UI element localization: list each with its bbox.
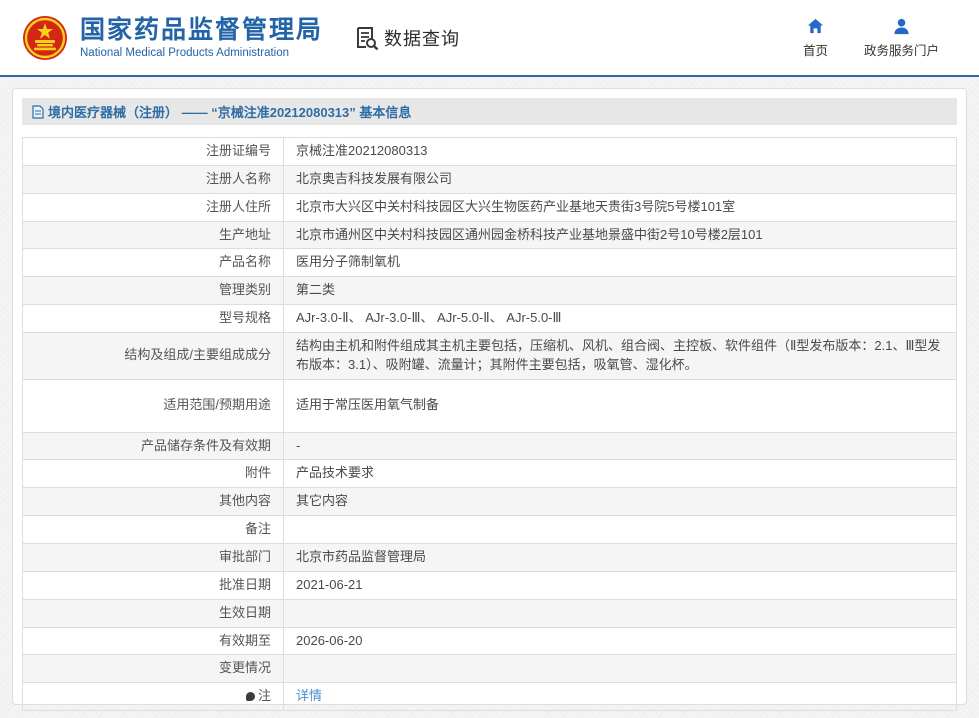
table-row: 结构及组成/主要组成成分结构由主机和附件组成其主机主要包括，压缩机、风机、组合阀… <box>23 332 957 379</box>
row-label-text: 管理类别 <box>219 282 271 297</box>
top-nav: 首页 政务服务门户 <box>803 17 939 59</box>
row-label-text: 备注 <box>245 521 271 536</box>
table-row: 管理类别第二类 <box>23 277 957 305</box>
row-label-text: 产品储存条件及有效期 <box>141 438 271 453</box>
row-label: 批准日期 <box>23 571 284 599</box>
row-label: 有效期至 <box>23 627 284 655</box>
table-row: 其他内容其它内容 <box>23 488 957 516</box>
brand-block: 国家药品监督管理局 National Medical Products Admi… <box>80 16 323 59</box>
table-row: 注 详情 <box>23 683 957 711</box>
row-label-text: 批准日期 <box>219 577 271 592</box>
table-row: 生效日期 <box>23 599 957 627</box>
row-label-text: 其他内容 <box>219 493 271 508</box>
row-value: 医用分子筛制氧机 <box>284 249 957 277</box>
row-value <box>284 655 957 683</box>
data-query-icon <box>355 26 379 50</box>
row-value: 北京市通州区中关村科技园区通州园金桥科技产业基地景盛中街2号10号楼2层101 <box>284 221 957 249</box>
content-card: 境内医疗器械（注册） —— “京械注准20212080313” 基本信息 注册证… <box>12 88 967 705</box>
row-label: 管理类别 <box>23 277 284 305</box>
row-label: 注册人名称 <box>23 165 284 193</box>
home-icon <box>806 17 825 36</box>
registration-info-table: 注册证编号京械注准20212080313注册人名称北京奥吉科技发展有限公司注册人… <box>22 137 957 711</box>
row-value: 产品技术要求 <box>284 460 957 488</box>
row-label: 变更情况 <box>23 655 284 683</box>
note-icon <box>246 692 255 701</box>
row-label: 适用范围/预期用途 <box>23 379 284 432</box>
row-label: 结构及组成/主要组成成分 <box>23 332 284 379</box>
row-label: 型号规格 <box>23 305 284 333</box>
detail-link[interactable]: 详情 <box>296 688 322 703</box>
table-row: 型号规格 AJr-3.0-Ⅱ、 AJr-3.0-Ⅲ、 AJr-5.0-Ⅱ、 AJr… <box>23 305 957 333</box>
row-value: 详情 <box>284 683 957 711</box>
row-label: 产品名称 <box>23 249 284 277</box>
data-query-nav[interactable]: 数据查询 <box>355 25 460 51</box>
table-row: 生产地址北京市通州区中关村科技园区通州园金桥科技产业基地景盛中街2号10号楼2层… <box>23 221 957 249</box>
row-label: 注 <box>23 683 284 711</box>
row-value: 2026-06-20 <box>284 627 957 655</box>
row-value: 适用于常压医用氧气制备 <box>284 379 957 432</box>
row-label-text: 注册证编号 <box>206 143 271 158</box>
nav-item-portal[interactable]: 政务服务门户 <box>864 17 939 59</box>
row-label-text: 型号规格 <box>219 310 271 325</box>
row-value: - <box>284 432 957 460</box>
table-row: 有效期至 2026-06-20 <box>23 627 957 655</box>
row-value <box>284 599 957 627</box>
row-value: 其它内容 <box>284 488 957 516</box>
row-label: 附件 <box>23 460 284 488</box>
row-value: 结构由主机和附件组成其主机主要包括，压缩机、风机、组合阀、主控板、软件组件（Ⅱ型… <box>284 332 957 379</box>
site-header: 国家药品监督管理局 National Medical Products Admi… <box>0 0 979 77</box>
row-label-text: 变更情况 <box>219 660 271 675</box>
table-row: 产品名称医用分子筛制氧机 <box>23 249 957 277</box>
data-query-label: 数据查询 <box>384 25 460 51</box>
agency-name-cn: 国家药品监督管理局 <box>80 16 323 45</box>
row-label-text: 审批部门 <box>219 549 271 564</box>
table-row: 适用范围/预期用途适用于常压医用氧气制备 <box>23 379 957 432</box>
agency-name-en: National Medical Products Administration <box>80 47 323 59</box>
table-row: 变更情况 <box>23 655 957 683</box>
row-value: 第二类 <box>284 277 957 305</box>
page-title: 境内医疗器械（注册） —— “京械注准20212080313” 基本信息 <box>48 102 411 121</box>
row-label: 产品储存条件及有效期 <box>23 432 284 460</box>
table-row: 备注 <box>23 516 957 544</box>
row-label: 审批部门 <box>23 543 284 571</box>
row-label-text: 有效期至 <box>219 633 271 648</box>
row-label-text: 生产地址 <box>219 227 271 242</box>
table-row: 注册人住所北京市大兴区中关村科技园区大兴生物医药产业基地天贵街3号院5号楼101… <box>23 193 957 221</box>
row-value: 北京市药品监督管理局 <box>284 543 957 571</box>
row-value: 北京奥吉科技发展有限公司 <box>284 165 957 193</box>
row-label: 注册人住所 <box>23 193 284 221</box>
row-label-text: 生效日期 <box>219 605 271 620</box>
row-value: 北京市大兴区中关村科技园区大兴生物医药产业基地天贵街3号院5号楼101室 <box>284 193 957 221</box>
row-value: AJr-3.0-Ⅱ、 AJr-3.0-Ⅲ、 AJr-5.0-Ⅱ、 AJr-5.0… <box>284 305 957 333</box>
national-emblem-logo <box>22 14 68 62</box>
nav-item-label: 首页 <box>803 40 828 59</box>
row-label: 生产地址 <box>23 221 284 249</box>
row-label-text: 产品名称 <box>219 254 271 269</box>
user-icon <box>892 17 911 36</box>
row-label: 生效日期 <box>23 599 284 627</box>
table-row: 审批部门北京市药品监督管理局 <box>23 543 957 571</box>
row-label-text: 结构及组成/主要组成成分 <box>124 347 271 362</box>
nav-item-label: 政务服务门户 <box>864 40 939 59</box>
table-row: 附件产品技术要求 <box>23 460 957 488</box>
page-title-bar: 境内医疗器械（注册） —— “京械注准20212080313” 基本信息 <box>22 98 957 125</box>
row-label: 其他内容 <box>23 488 284 516</box>
row-value: 2021-06-21 <box>284 571 957 599</box>
row-value <box>284 516 957 544</box>
row-value: 京械注准20212080313 <box>284 138 957 166</box>
row-label-text: 注册人住所 <box>206 199 271 214</box>
row-label-text: 注册人名称 <box>206 171 271 186</box>
row-label: 注册证编号 <box>23 138 284 166</box>
row-label-text: 适用范围/预期用途 <box>163 397 271 412</box>
document-icon <box>32 105 44 119</box>
row-label: 备注 <box>23 516 284 544</box>
row-label-text: 附件 <box>245 465 271 480</box>
table-row: 注册人名称北京奥吉科技发展有限公司 <box>23 165 957 193</box>
info-table-body: 注册证编号京械注准20212080313注册人名称北京奥吉科技发展有限公司注册人… <box>23 138 957 711</box>
row-label-text: 注 <box>258 688 271 703</box>
nav-item-home[interactable]: 首页 <box>803 17 828 59</box>
table-row: 产品储存条件及有效期- <box>23 432 957 460</box>
table-row: 注册证编号京械注准20212080313 <box>23 138 957 166</box>
table-row: 批准日期 2021-06-21 <box>23 571 957 599</box>
